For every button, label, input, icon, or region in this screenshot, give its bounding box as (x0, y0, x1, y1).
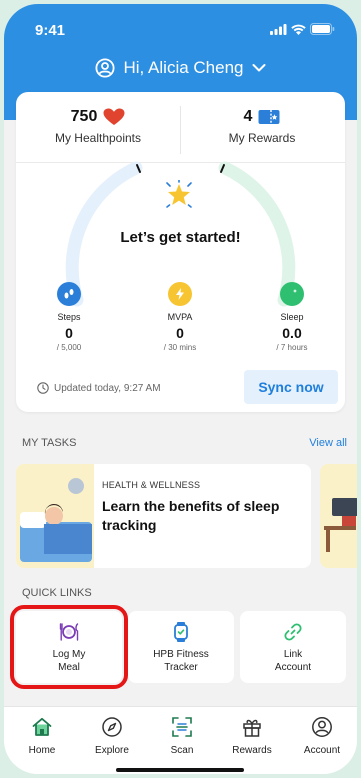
hpb-fitness-tracker-label-line1: HPB Fitness (153, 649, 209, 660)
hpb-fitness-tracker-label: HPB Fitness Tracker (128, 648, 234, 674)
nav-account-label: Account (303, 745, 341, 756)
mvpa-goal: / 30 mins (163, 343, 197, 352)
link-account-link[interactable]: Link Account (240, 611, 346, 683)
task-category: HEALTH & WELLNESS (102, 480, 201, 490)
steps-value: 0 (65, 325, 73, 341)
view-all-tasks-link[interactable]: View all (309, 437, 347, 449)
task-card[interactable]: HEALTH & WELLNESS Learn the benefits of … (16, 464, 311, 568)
link-account-label-line1: Link (283, 649, 303, 660)
steps-goal: / 5,000 (56, 343, 82, 352)
bottom-navigation: Home Explore Scan Rewards Account (4, 706, 357, 774)
greeting-text: Hi, Alicia Cheng (123, 58, 244, 77)
profile-switcher[interactable]: Hi, Alicia Cheng (4, 58, 357, 78)
activity-summary-card: 750 My Healthpoints 4 My Rewards Let’s g (16, 92, 345, 412)
compass-icon (77, 715, 147, 739)
steps-metric[interactable]: Steps 0 / 5,000 (29, 282, 109, 352)
sleep-label: Sleep (280, 312, 304, 322)
nav-explore[interactable]: Explore (77, 715, 147, 756)
next-task-card[interactable] (320, 464, 357, 568)
watch-icon (170, 621, 192, 643)
battery-icon (310, 23, 335, 35)
status-bar: 9:41 (4, 4, 357, 52)
nav-home[interactable]: Home (7, 715, 77, 756)
lightning-icon (168, 282, 192, 306)
link-account-label-line2: Account (274, 662, 312, 673)
mvpa-label: MVPA (167, 312, 193, 322)
gift-icon (217, 715, 287, 739)
nav-rewards[interactable]: Rewards (217, 715, 287, 756)
home-indicator (116, 768, 244, 772)
last-updated: Updated today, 9:27 AM (37, 382, 161, 394)
chevron-down-icon (252, 64, 265, 72)
log-my-meal-label: Log My Meal (16, 648, 122, 674)
hpb-fitness-tracker-link[interactable]: HPB Fitness Tracker (128, 611, 234, 683)
link-icon (282, 621, 304, 643)
nav-rewards-label: Rewards (232, 745, 272, 756)
cellular-signal-icon (270, 23, 287, 35)
get-started-heading: Let’s get started! (120, 229, 241, 246)
status-time: 9:41 (35, 22, 66, 39)
user-avatar-icon (95, 58, 115, 78)
moon-icon (280, 282, 304, 306)
meal-plate-icon (58, 621, 80, 643)
sleep-metric[interactable]: Sleep 0.0 / 7 hours (252, 282, 332, 352)
steps-icon (57, 282, 81, 306)
system-icons (270, 23, 335, 35)
quick-links-title: QUICK LINKS (22, 587, 92, 599)
my-tasks-title: MY TASKS (22, 437, 77, 449)
nav-explore-label: Explore (95, 745, 129, 756)
scan-icon (147, 715, 217, 739)
user-icon (287, 715, 357, 739)
mvpa-value: 0 (176, 325, 184, 341)
sleep-value: 0.0 (282, 325, 302, 341)
phone-screen: 9:41 Hi, Alicia Cheng 750 My Healthpoint… (4, 4, 357, 774)
sparkle-star-icon (166, 180, 192, 208)
sync-now-button[interactable]: Sync now (244, 370, 338, 404)
nav-scan[interactable]: Scan (147, 715, 217, 756)
link-account-label: Link Account (240, 648, 346, 674)
steps-label: Steps (57, 312, 81, 322)
nav-home-label: Home (28, 745, 56, 756)
wifi-icon (291, 24, 306, 35)
last-updated-text: Updated today, 9:27 AM (54, 382, 161, 394)
nav-scan-label: Scan (170, 745, 194, 756)
sleep-goal: / 7 hours (276, 343, 308, 352)
mvpa-metric[interactable]: MVPA 0 / 30 mins (140, 282, 220, 352)
clock-icon (37, 382, 49, 394)
log-my-meal-label-line2: Meal (58, 662, 80, 673)
log-my-meal-label-line1: Log My (52, 649, 86, 660)
log-my-meal-link[interactable]: Log My Meal (10, 605, 128, 689)
nav-account[interactable]: Account (287, 715, 357, 756)
task-title: Learn the benefits of sleep tracking (102, 498, 280, 533)
home-icon (7, 715, 77, 739)
hpb-fitness-tracker-label-line2: Tracker (164, 662, 198, 673)
sleep-illustration (16, 464, 94, 568)
